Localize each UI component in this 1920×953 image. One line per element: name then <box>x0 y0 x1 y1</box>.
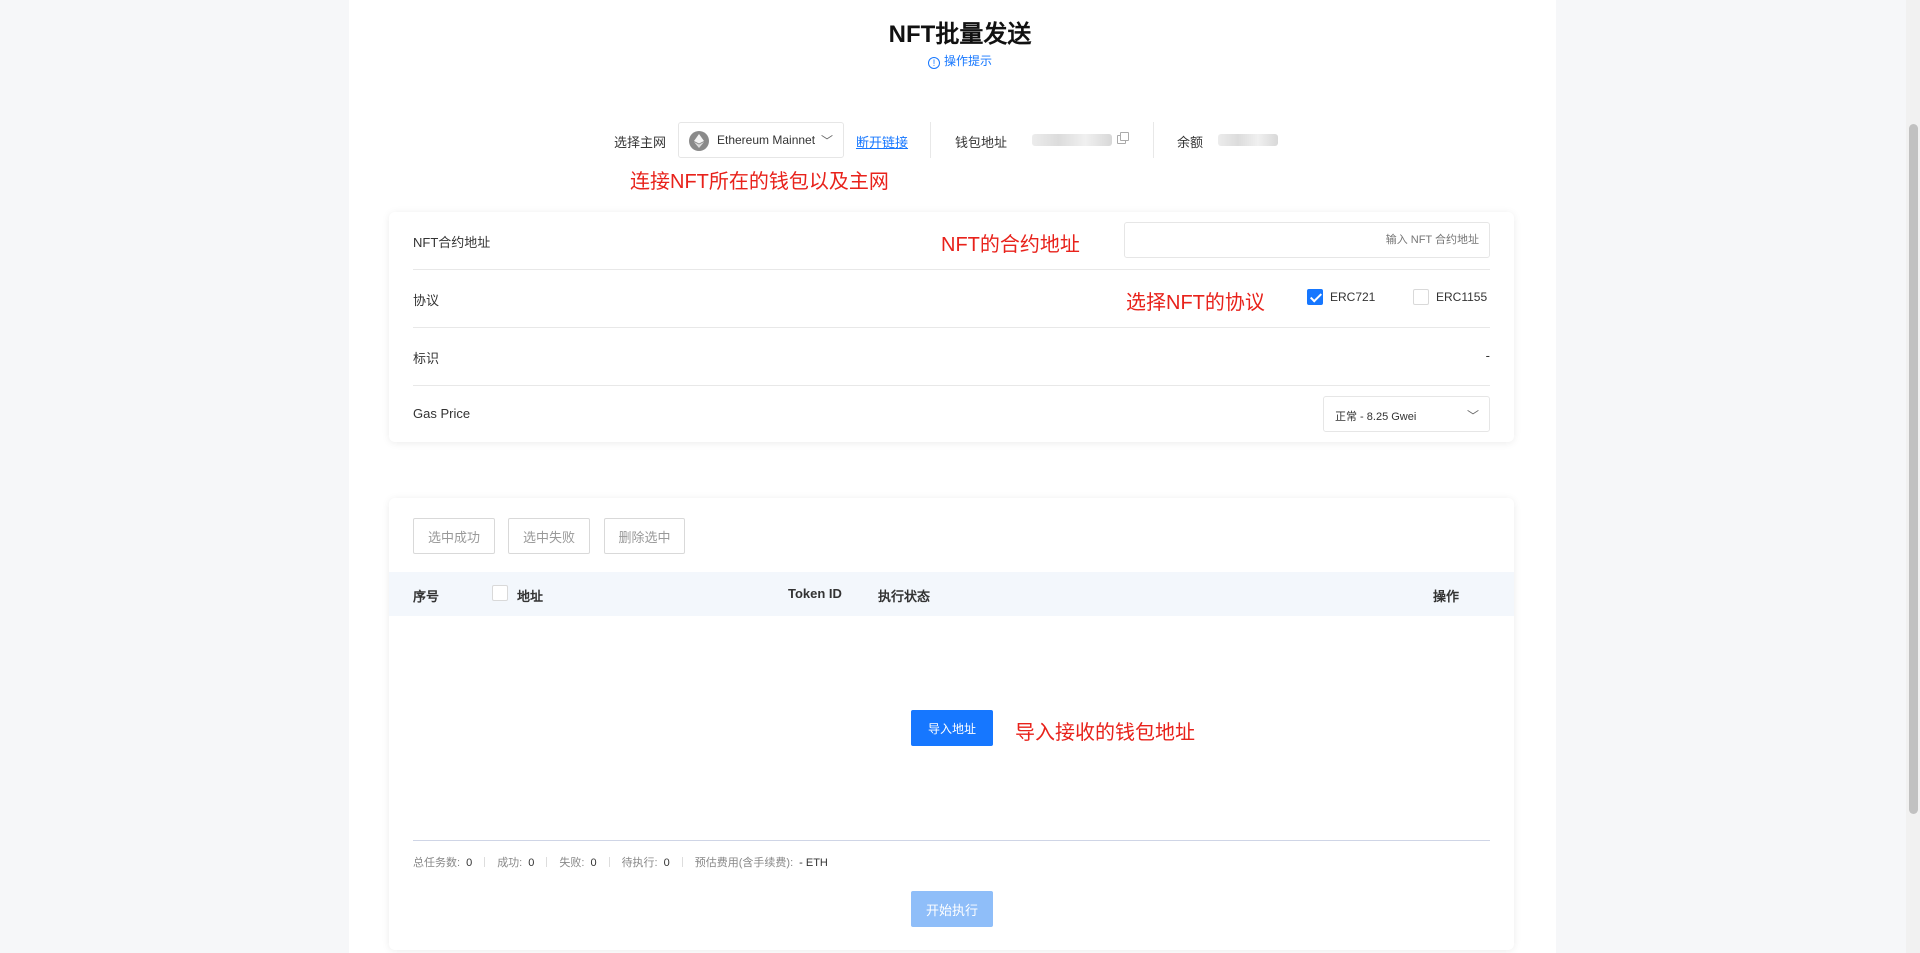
chevron-down-icon: ﹀ <box>820 134 833 148</box>
ethereum-icon <box>689 131 709 151</box>
protocol-label: 协议 <box>413 293 440 308</box>
wallet-address-label: 钱包地址 <box>955 135 1008 150</box>
delete-selected-button[interactable]: 删除选中 <box>604 518 685 554</box>
network-bar: 选择主网 Ethereum Mainnet ﹀ 断开链接 钱包地址 余额 <box>0 122 1920 158</box>
header-address: 地址 <box>517 589 544 604</box>
network-select[interactable]: Ethereum Mainnet ﹀ <box>678 122 844 158</box>
table-divider <box>413 840 1490 841</box>
gas-price-select[interactable]: 正常 - 8.25 Gwei ﹀ <box>1323 396 1490 432</box>
select-failed-button[interactable]: 选中失败 <box>508 518 590 554</box>
header-action: 操作 <box>1433 589 1460 604</box>
annotation-import: 导入接收的钱包地址 <box>1015 722 1195 744</box>
annotation-connect: 连接NFT所在的钱包以及主网 <box>630 171 889 193</box>
select-success-button[interactable]: 选中成功 <box>413 518 495 554</box>
balance-label: 余额 <box>1177 135 1204 150</box>
stat-failed: 失败: 0 <box>559 857 597 869</box>
identifier-label: 标识 <box>413 351 440 366</box>
wallet-address-value-blurred <box>1032 134 1112 146</box>
divider <box>1153 122 1154 158</box>
stat-success: 成功: 0 <box>497 857 535 869</box>
stat-pending: 待执行: 0 <box>621 857 670 869</box>
annotation-contract: NFT的合约地址 <box>941 234 1080 256</box>
gas-price-row: Gas Price 正常 - 8.25 Gwei ﹀ <box>413 386 1490 444</box>
erc721-checkbox[interactable] <box>1307 289 1323 305</box>
gas-price-value: 正常 - 8.25 Gwei <box>1335 411 1417 423</box>
contract-address-input[interactable] <box>1124 222 1490 258</box>
scrollbar-thumb[interactable] <box>1909 124 1918 814</box>
gas-price-label: Gas Price <box>413 406 471 421</box>
balance-value-blurred <box>1218 134 1278 146</box>
annotation-protocol: 选择NFT的协议 <box>1126 292 1265 314</box>
stat-total: 总任务数: 0 <box>413 857 473 869</box>
protocol-row: 协议 ERC721 ERC1155 <box>413 270 1490 328</box>
table-header: 序号 地址 Token ID 执行状态 操作 <box>389 572 1514 616</box>
erc1155-label[interactable]: ERC1155 <box>1436 290 1487 304</box>
copy-icon[interactable] <box>1117 132 1129 144</box>
start-execution-button[interactable]: 开始执行 <box>911 891 993 927</box>
network-label: 选择主网 <box>614 135 667 150</box>
identifier-row: 标识 - <box>413 328 1490 386</box>
erc1155-checkbox[interactable] <box>1413 289 1429 305</box>
address-table-card: 选中成功 选中失败 删除选中 序号 地址 Token ID 执行状态 操作 导入… <box>389 498 1514 950</box>
header-index: 序号 <box>413 589 440 604</box>
select-all-checkbox[interactable] <box>492 585 508 601</box>
contract-label: NFT合约地址 <box>413 235 491 250</box>
header-token-id: Token ID <box>788 586 842 601</box>
identifier-value: - <box>1485 348 1490 363</box>
chevron-down-icon: ﹀ <box>1466 409 1479 423</box>
import-address-button[interactable]: 导入地址 <box>911 710 993 746</box>
erc721-label[interactable]: ERC721 <box>1330 290 1375 304</box>
disconnect-link[interactable]: 断开链接 <box>856 132 908 151</box>
operation-hint-label: 操作提示 <box>943 54 992 68</box>
operation-hint-link[interactable]: ! 操作提示 <box>0 52 1920 69</box>
info-circle-icon: ! <box>927 57 940 69</box>
network-selected-value: Ethereum Mainnet <box>717 133 816 147</box>
header-status: 执行状态 <box>878 589 931 604</box>
divider <box>930 122 931 158</box>
stat-estimated-fee: 预估费用(含手续费): - ETH <box>694 857 828 869</box>
task-stats: 总任务数: 0 成功: 0 失败: 0 待执行: 0 预估费用(含手续费): - ETH <box>413 854 828 870</box>
page-title: NFT批量发送 <box>888 21 1032 48</box>
